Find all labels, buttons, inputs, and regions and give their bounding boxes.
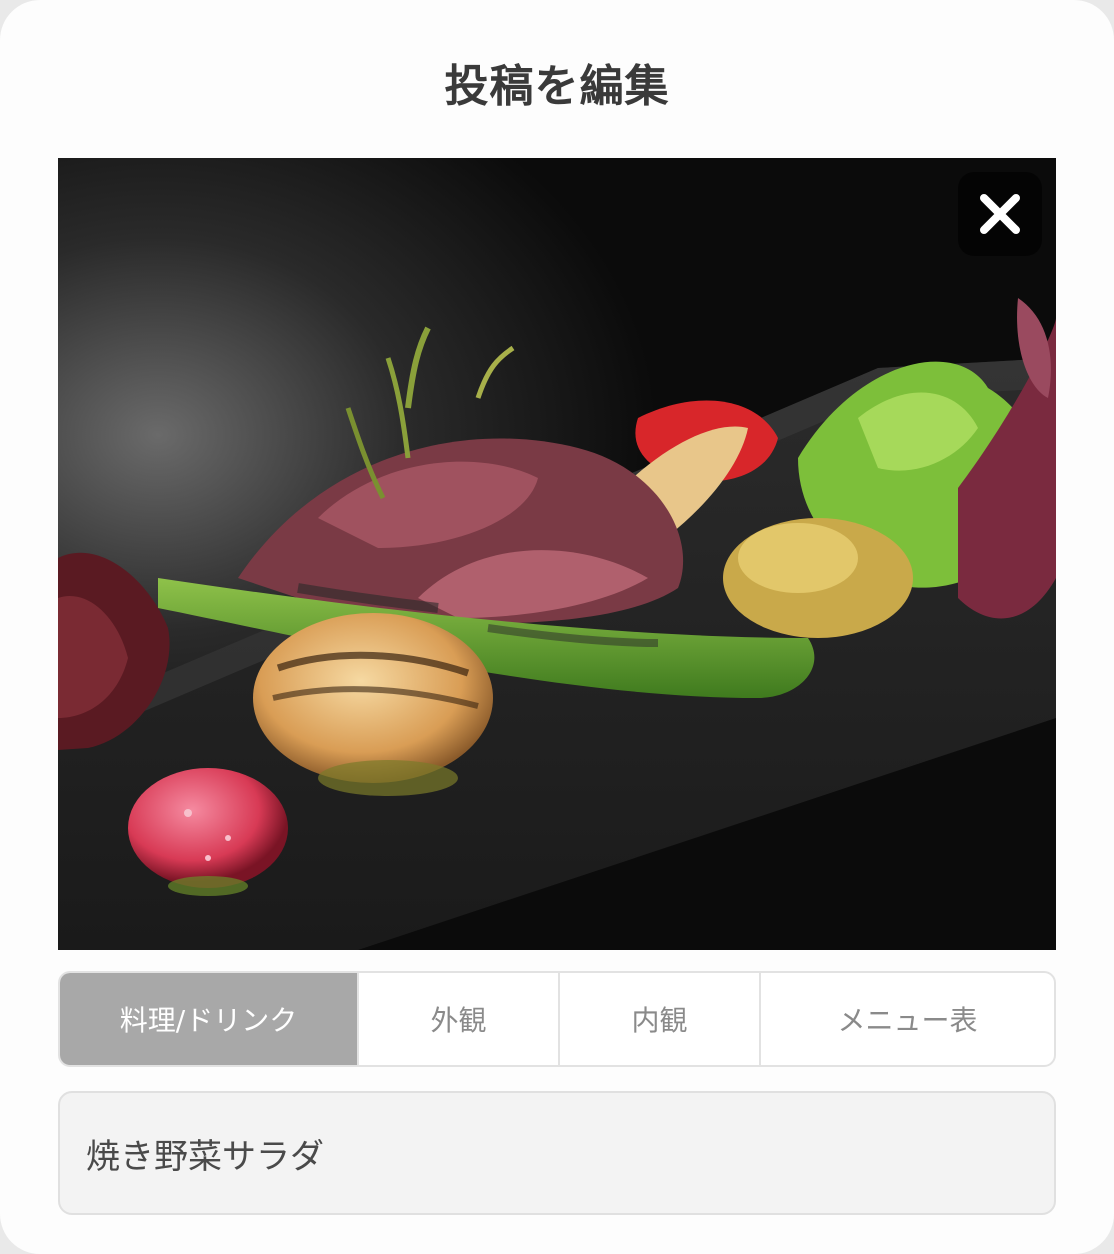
tab-food-drink[interactable]: 料理/ドリンク	[60, 973, 359, 1065]
category-tabs: 料理/ドリンク 外観 内観 メニュー表	[58, 971, 1056, 1067]
tab-interior[interactable]: 内観	[560, 973, 761, 1065]
dialog-title: 投稿を編集	[444, 61, 670, 112]
close-button[interactable]	[958, 172, 1042, 256]
food-photo-illustration	[58, 158, 1056, 950]
tab-exterior[interactable]: 外観	[359, 973, 560, 1065]
caption-field[interactable]: 焼き野菜サラダ	[58, 1091, 1056, 1215]
tab-menu[interactable]: メニュー表	[761, 973, 1054, 1065]
edit-post-dialog: 投稿を編集 料理/ドリンク 外観 内観 メニュー表 焼き野菜サラダ	[0, 0, 1114, 1254]
close-icon	[980, 194, 1020, 234]
post-photo	[58, 158, 1056, 950]
